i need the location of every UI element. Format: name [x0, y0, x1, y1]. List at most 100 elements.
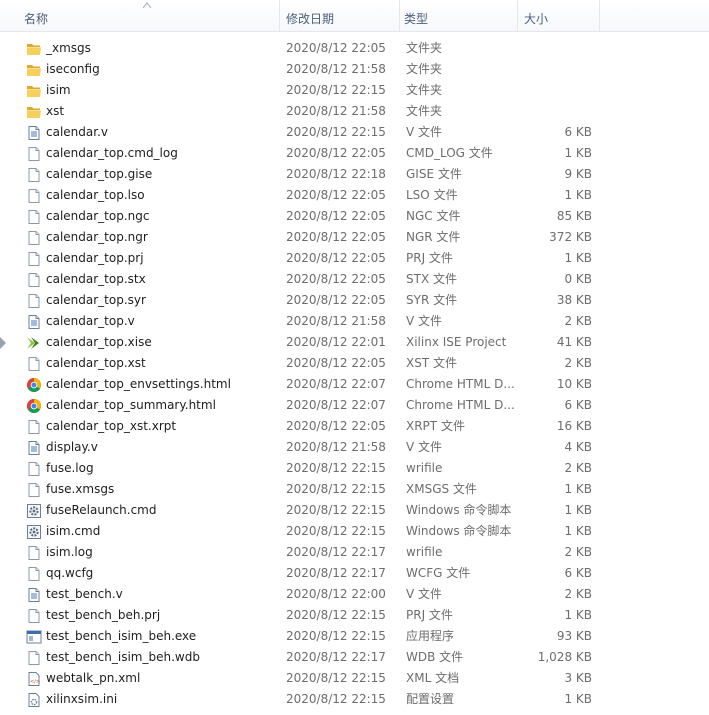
file-icon: [26, 230, 42, 246]
file-date: 2020/8/12 22:15: [286, 125, 386, 139]
folder-icon: [26, 62, 42, 78]
file-name: calendar_top.ngr: [46, 230, 148, 244]
file-name: webtalk_pn.xml: [46, 671, 141, 685]
file-type: WCFG 文件: [406, 566, 471, 580]
file-row[interactable]: isim 2020/8/12 22:15 文件夹: [0, 80, 709, 101]
file-row[interactable]: calendar_top.stx 2020/8/12 22:05 STX 文件 0 K…: [0, 269, 709, 290]
file-row[interactable]: fuse.log 2020/8/12 22:15 wrifile 2 KB: [0, 458, 709, 479]
file-name: xst: [46, 104, 65, 118]
file-date: 2020/8/12 22:18: [286, 167, 386, 181]
file-type: 文件夹: [406, 41, 443, 55]
file-row[interactable]: calendar_top.v 2020/8/12 21:58 V 文件 2 KB: [0, 311, 709, 332]
file-row[interactable]: calendar_top.gise 2020/8/12 22:18 GISE 文件 9…: [0, 164, 709, 185]
file-date: 2020/8/12 22:01: [286, 335, 386, 349]
file-date: 2020/8/12 22:05: [286, 419, 386, 433]
file-type: LSO 文件: [406, 188, 458, 202]
file-row[interactable]: test_bench_isim_beh.wdb 2020/8/12 22:17 WD…: [0, 647, 709, 668]
file-size: 3 KB: [564, 671, 592, 685]
file-date: 2020/8/12 22:17: [286, 650, 386, 664]
file-row[interactable]: calendar_top_xst.xrpt 2020/8/12 22:05 XRPT…: [0, 416, 709, 437]
file-row[interactable]: calendar_top.syr 2020/8/12 22:05 SYR 文件 38 …: [0, 290, 709, 311]
ini-icon: [26, 692, 42, 708]
file-type: XML 文档: [406, 671, 460, 685]
file-row[interactable]: isim.cmd 2020/8/12 22:15 Windows 命令脚本 1 KB: [0, 521, 709, 542]
file-row[interactable]: xst 2020/8/12 21:58 文件夹: [0, 101, 709, 122]
file-name: test_bench_beh.prj: [46, 608, 161, 622]
file-row[interactable]: </> webtalk_pn.xml 2020/8/12 22:15 XML 文档 3 …: [0, 668, 709, 689]
file-list: _xmsgs 2020/8/12 22:05 文件夹 iseconfig 2020/8/…: [0, 38, 709, 710]
file-row[interactable]: calendar_top.lso 2020/8/12 22:05 LSO 文件 1 K…: [0, 185, 709, 206]
file-name: calendar_top_xst.xrpt: [46, 419, 177, 433]
chrome-icon: [26, 377, 42, 393]
file-row[interactable]: fuseRelaunch.cmd 2020/8/12 22:15 Windows 命…: [0, 500, 709, 521]
file-row[interactable]: calendar.v 2020/8/12 22:15 V 文件 6 KB: [0, 122, 709, 143]
file-row[interactable]: isim.log 2020/8/12 22:17 wrifile 2 KB: [0, 542, 709, 563]
file-row[interactable]: calendar_top.xst 2020/8/12 22:05 XST 文件 2 K…: [0, 353, 709, 374]
column-header-date[interactable]: 修改日期: [282, 0, 400, 31]
file-size: 1 KB: [564, 482, 592, 496]
file-icon: [26, 461, 42, 477]
file-type: V 文件: [406, 440, 443, 454]
file-name: fuse.xmsgs: [46, 482, 115, 496]
file-row[interactable]: iseconfig 2020/8/12 21:58 文件夹: [0, 59, 709, 80]
column-header-size[interactable]: 大小: [520, 0, 600, 31]
text-file-icon: [26, 314, 42, 330]
text-file-icon: [26, 440, 42, 456]
gear-script-icon: [26, 503, 42, 519]
file-type: NGR 文件: [406, 230, 461, 244]
file-row[interactable]: calendar_top.ngr 2020/8/12 22:05 NGR 文件 372…: [0, 227, 709, 248]
file-row[interactable]: calendar_top_envsettings.html 2020/8/12 2…: [0, 374, 709, 395]
file-name: test_bench_isim_beh.exe: [46, 629, 197, 643]
file-name: test_bench_isim_beh.wdb: [46, 650, 200, 664]
file-type: XMSGS 文件: [406, 482, 477, 496]
file-date: 2020/8/12 22:15: [286, 461, 386, 475]
file-size: 1 KB: [564, 692, 592, 706]
file-size: [520, 80, 592, 101]
file-date: 2020/8/12 21:58: [286, 104, 386, 118]
file-row[interactable]: _xmsgs 2020/8/12 22:05 文件夹: [0, 38, 709, 59]
file-row[interactable]: fuse.xmsgs 2020/8/12 22:15 XMSGS 文件 1 KB: [0, 479, 709, 500]
file-row[interactable]: display.v 2020/8/12 21:58 V 文件 4 KB: [0, 437, 709, 458]
folder-icon: [26, 41, 42, 57]
file-name: calendar_top.gise: [46, 167, 153, 181]
file-type: V 文件: [406, 125, 443, 139]
file-type: Windows 命令脚本: [406, 503, 512, 517]
file-type: XST 文件: [406, 356, 457, 370]
file-date: 2020/8/12 21:58: [286, 62, 386, 76]
file-size: [520, 38, 592, 59]
file-row[interactable]: calendar_top.xise 2020/8/12 22:01 Xilinx I…: [0, 332, 709, 353]
file-type: 配置设置: [406, 692, 455, 706]
file-type: PRJ 文件: [406, 251, 453, 265]
file-type: 文件夹: [406, 104, 443, 118]
file-row[interactable]: calendar_top.prj 2020/8/12 22:05 PRJ 文件 1 K…: [0, 248, 709, 269]
file-name: test_bench.v: [46, 587, 123, 601]
file-date: 2020/8/12 22:05: [286, 293, 386, 307]
file-date: 2020/8/12 22:17: [286, 545, 386, 559]
file-icon: [26, 272, 42, 288]
column-header-name[interactable]: 名称: [20, 0, 280, 31]
file-name: calendar_top.syr: [46, 293, 146, 307]
column-header-type[interactable]: 类型: [400, 0, 518, 31]
file-type: 文件夹: [406, 83, 443, 97]
file-size: 6 KB: [564, 125, 592, 139]
file-row[interactable]: qq.wcfg 2020/8/12 22:17 WCFG 文件 6 KB: [0, 563, 709, 584]
file-size: 1 KB: [564, 251, 592, 265]
svg-text:</>: </>: [30, 679, 40, 685]
file-icon: [26, 293, 42, 309]
file-date: 2020/8/12 22:05: [286, 188, 386, 202]
file-date: 2020/8/12 22:15: [286, 524, 386, 538]
file-row[interactable]: test_bench.v 2020/8/12 22:00 V 文件 2 KB: [0, 584, 709, 605]
file-row[interactable]: calendar_top.ngc 2020/8/12 22:05 NGC 文件 85 …: [0, 206, 709, 227]
file-row[interactable]: calendar_top.cmd_log 2020/8/12 22:05 CMD_L…: [0, 143, 709, 164]
file-size: 93 KB: [556, 629, 592, 643]
text-file-icon: [26, 587, 42, 603]
file-size: 9 KB: [564, 167, 592, 181]
file-name: calendar_top_envsettings.html: [46, 377, 231, 391]
file-row[interactable]: xilinxsim.ini 2020/8/12 22:15 配置设置 1 KB: [0, 689, 709, 710]
file-size: 372 KB: [549, 230, 592, 244]
file-row[interactable]: calendar_top_summary.html 2020/8/12 22:07…: [0, 395, 709, 416]
file-row[interactable]: test_bench_beh.prj 2020/8/12 22:15 PRJ 文件 1…: [0, 605, 709, 626]
gear-script-icon: [26, 524, 42, 540]
file-row[interactable]: test_bench_isim_beh.exe 2020/8/12 22:15 应用…: [0, 626, 709, 647]
file-size: 85 KB: [556, 209, 592, 223]
